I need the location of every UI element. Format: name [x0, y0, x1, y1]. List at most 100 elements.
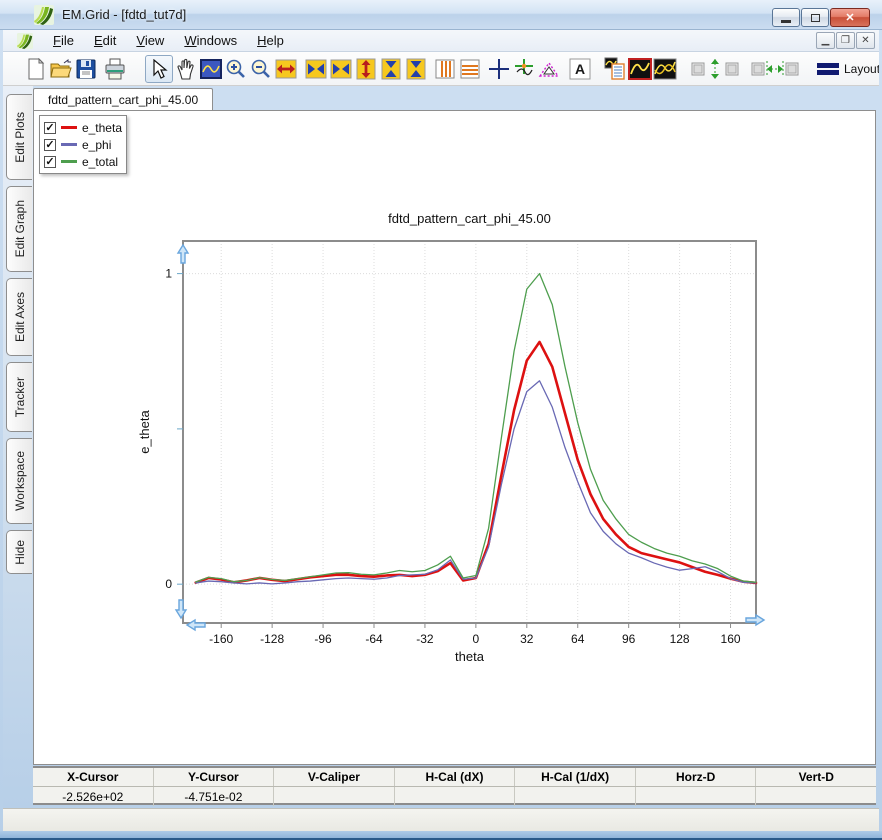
checkbox-e-theta[interactable]: ✓ [44, 122, 56, 134]
expand-horizontal-icon[interactable] [273, 56, 298, 82]
x-tick-label: 32 [520, 632, 534, 646]
sidebar-tab-edit-graph[interactable]: Edit Graph [6, 186, 32, 272]
status-bar [3, 808, 879, 831]
legend-item-e-total[interactable]: ✓ e_total [44, 153, 122, 170]
zoom-in-icon[interactable] [223, 56, 248, 82]
series-e_theta [196, 342, 756, 583]
x-tick-label: -32 [416, 632, 434, 646]
open-file-icon[interactable] [48, 56, 73, 82]
axis-handle-up-icon [178, 245, 188, 263]
readout-header: V-Caliper [274, 768, 395, 786]
y-axis-label: e_theta [137, 410, 152, 454]
close-button[interactable]: ✕ [830, 8, 870, 27]
stretch-horizontal-icon[interactable] [303, 56, 328, 82]
x-tick-label: 96 [622, 632, 636, 646]
menu-items: FileEditViewWindowsHelp [43, 31, 294, 50]
restore-icon [811, 14, 820, 22]
checkbox-e-total[interactable]: ✓ [44, 156, 56, 168]
checkbox-e-phi[interactable]: ✓ [44, 139, 56, 151]
expand-vertical-icon[interactable] [353, 56, 378, 82]
save-icon[interactable] [73, 56, 98, 82]
legend-line-e-theta [61, 126, 77, 129]
legend-item-e-phi[interactable]: ✓ e_phi [44, 136, 122, 153]
menu-view[interactable]: View [126, 31, 174, 50]
sidebar-tab-edit-axes[interactable]: Edit Axes [6, 278, 32, 356]
minimize-button[interactable] [772, 8, 800, 27]
readout-value: -4.751e-02 [154, 787, 275, 806]
fit-vertical-icon[interactable] [689, 57, 741, 81]
chart: -160-128-96-64-32032649612816001fdtd_pat… [34, 111, 875, 764]
plot-properties-icon[interactable] [602, 56, 627, 82]
legend: ✓ e_theta ✓ e_phi ✓ e_total [39, 115, 127, 174]
legend-item-e-theta[interactable]: ✓ e_theta [44, 119, 122, 136]
title-bar: EM.Grid - [fdtd_tut7d] ✕ [0, 0, 882, 30]
tracker-icon[interactable] [511, 56, 536, 82]
select-arrow-icon[interactable] [145, 55, 173, 83]
app-logo-icon [34, 5, 54, 25]
readout-header: Vert-D [756, 768, 876, 786]
toolbar: A Layout [3, 52, 879, 86]
x-tick-label: 160 [721, 632, 741, 646]
readout-value [274, 787, 395, 806]
new-document-icon[interactable] [23, 56, 48, 82]
zoom-region-icon[interactable] [198, 56, 223, 82]
readout-value: -2.526e+02 [33, 787, 154, 806]
tab-fdtd-pattern[interactable]: fdtd_pattern_cart_phi_45.00 [33, 88, 213, 110]
window-bottom-border [0, 831, 882, 840]
layout-icon [817, 62, 839, 76]
sidebar-tab-hide[interactable]: Hide [6, 530, 32, 574]
caliper-icon[interactable] [536, 56, 561, 82]
zoom-out-icon[interactable] [248, 56, 273, 82]
text-annotation-icon[interactable]: A [567, 56, 592, 82]
menu-windows[interactable]: Windows [174, 31, 247, 50]
axis-handle-down-icon [176, 600, 186, 618]
plot-style-icon[interactable] [627, 56, 652, 82]
vertical-markers-icon[interactable] [432, 56, 457, 82]
restore-button[interactable] [801, 8, 829, 27]
multi-plot-icon[interactable] [652, 56, 677, 82]
app-window: EM.Grid - [fdtd_tut7d] ✕ FileEditViewWin… [0, 0, 882, 840]
x-tick-label: -96 [314, 632, 332, 646]
layout-button[interactable]: Layout [817, 62, 879, 76]
stretch-vertical-icon[interactable] [378, 56, 403, 82]
y-tick-label: 1 [165, 267, 172, 281]
chart-title: fdtd_pattern_cart_phi_45.00 [388, 211, 551, 226]
x-axis-label: theta [455, 649, 485, 664]
sidebar-tab-tracker[interactable]: Tracker [6, 362, 32, 432]
print-icon[interactable] [102, 56, 127, 82]
cursor-cross-icon[interactable] [486, 56, 511, 82]
sidebar-tab-workspace[interactable]: Workspace [6, 438, 32, 524]
menu-file[interactable]: File [43, 31, 84, 50]
x-tick-label: 0 [473, 632, 480, 646]
menu-edit[interactable]: Edit [84, 31, 126, 50]
close-icon: ✕ [845, 11, 854, 24]
plot-frame[interactable] [183, 241, 756, 623]
x-tick-label: -128 [260, 632, 284, 646]
readout-value [756, 787, 876, 806]
sidebar-tab-edit-plots[interactable]: Edit Plots [6, 94, 32, 180]
tab-strip: fdtd_pattern_cart_phi_45.00 [33, 88, 213, 110]
document-logo-icon [17, 33, 33, 49]
child-minimize-button[interactable]: ▁ [816, 32, 835, 49]
fit-horizontal-icon[interactable] [749, 57, 801, 81]
pan-hand-icon[interactable] [173, 56, 198, 82]
legend-line-e-phi [61, 143, 77, 146]
compress-horizontal-icon[interactable] [328, 56, 353, 82]
child-close-button[interactable]: ✕ [856, 32, 875, 49]
readout-value [636, 787, 757, 806]
child-restore-button[interactable]: ❐ [836, 32, 855, 49]
x-tick-label: -160 [209, 632, 233, 646]
readout-value-row: -2.526e+02 -4.751e-02 [33, 787, 876, 806]
menu-help[interactable]: Help [247, 31, 294, 50]
y-tick-label: 0 [165, 577, 172, 591]
horizontal-markers-icon[interactable] [457, 56, 482, 82]
axis-handle-left-icon [187, 620, 205, 630]
compress-vertical-icon[interactable] [403, 56, 428, 82]
plot-canvas[interactable]: -160-128-96-64-32032649612816001fdtd_pat… [33, 110, 876, 765]
svg-text:A: A [574, 61, 584, 77]
layout-label: Layout [844, 62, 879, 76]
readout-value [395, 787, 516, 806]
readout-header-row: X-Cursor Y-Cursor V-Caliper H-Cal (dX) H… [33, 768, 876, 787]
legend-line-e-total [61, 160, 77, 163]
cursor-readout-table: X-Cursor Y-Cursor V-Caliper H-Cal (dX) H… [33, 766, 876, 805]
